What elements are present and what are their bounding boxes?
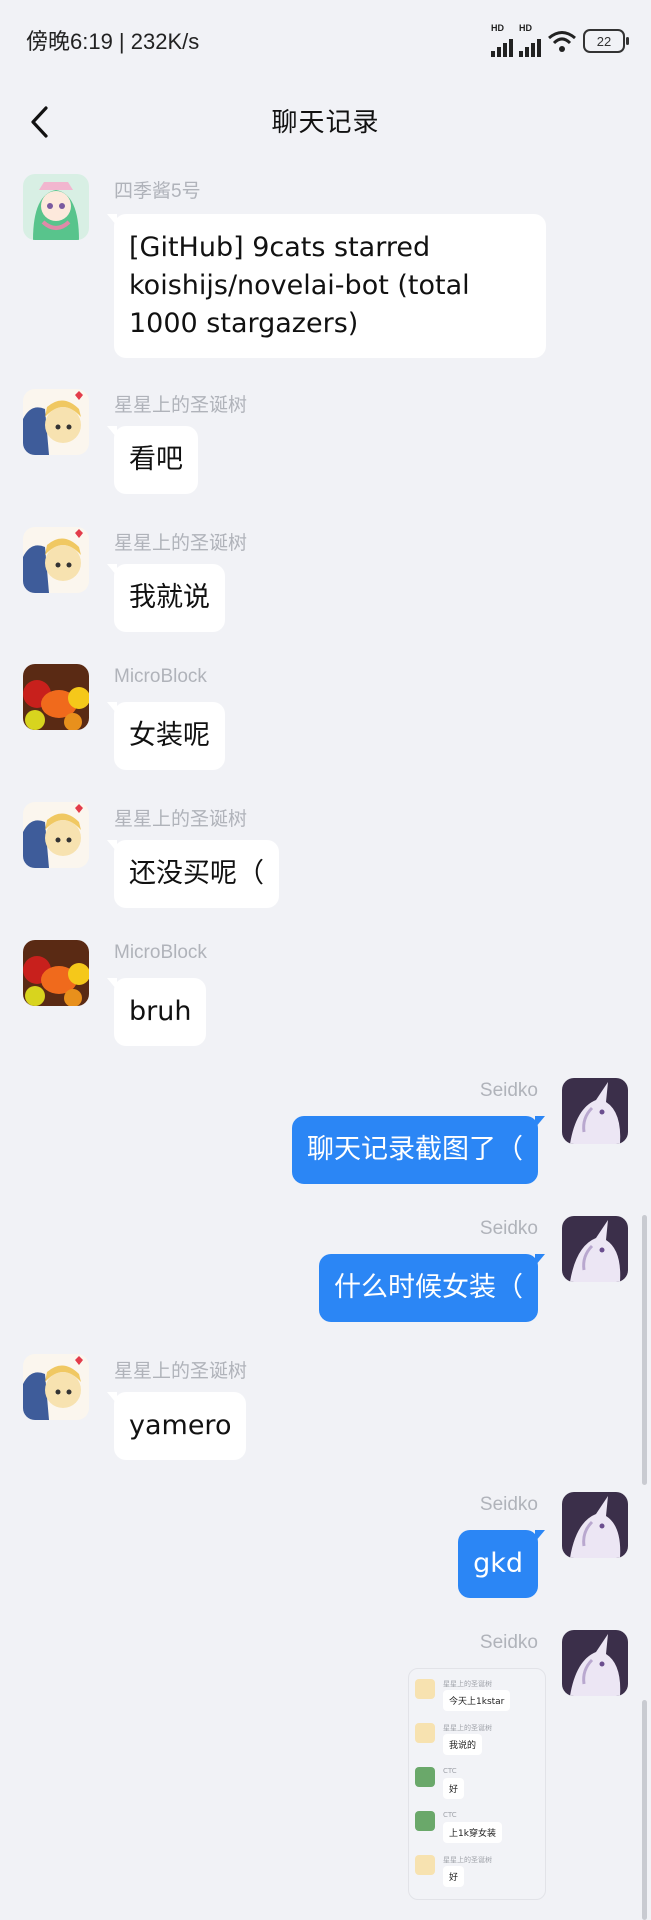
sender-name: MicroBlock	[114, 666, 207, 687]
sender-name: MicroBlock	[114, 942, 207, 963]
mini-bubble: 今天上1kstar	[443, 1690, 511, 1711]
message-bubble[interactable]: 女装呢	[107, 702, 225, 770]
hd-label-2: HD	[519, 23, 532, 33]
mini-sender: 星星上的圣诞树	[443, 1856, 492, 1864]
message-bubble[interactable]: bruh	[106, 978, 207, 1046]
mini-avatar	[415, 1679, 435, 1699]
white-dragon-avatar-icon	[562, 1630, 628, 1696]
sender-name: 星星上的圣诞树	[114, 533, 248, 554]
wifi-icon	[548, 31, 576, 52]
fruits-avatar-icon	[23, 664, 89, 730]
status-time-speed: 傍晚6:19 | 232K/s	[26, 29, 200, 54]
sender-name: 星星上的圣诞树	[114, 809, 248, 830]
hd-label: HD	[491, 23, 504, 33]
avatar[interactable]	[23, 174, 89, 240]
signal-icon: HD	[491, 23, 513, 57]
fruits-avatar-icon	[23, 940, 89, 1006]
message-bubble[interactable]: 我就说	[107, 564, 225, 632]
mini-bubble: 好	[443, 1778, 465, 1799]
signal-icon-2: HD	[519, 23, 541, 57]
anime-duo-avatar-icon	[23, 527, 89, 593]
nav-bar: 聊天记录	[0, 82, 651, 172]
message-bubble[interactable]: [GitHub] 9cats starred koishijs/novelai-…	[107, 214, 546, 358]
anime-duo-avatar-icon	[23, 1354, 89, 1420]
anime-duo-avatar-icon	[23, 389, 89, 455]
mini-avatar	[415, 1811, 435, 1831]
sender-name: 星星上的圣诞树	[114, 395, 248, 416]
avatar[interactable]	[23, 389, 89, 455]
sender-name: Seidko	[479, 1494, 538, 1515]
sender-name: Seidko	[479, 1632, 538, 1653]
anime-duo-avatar-icon	[23, 802, 89, 868]
anime-girl-avatar-icon	[23, 174, 89, 240]
mini-sender: 星星上的圣诞树	[443, 1724, 492, 1732]
mini-sender: 星星上的圣诞树	[443, 1680, 492, 1688]
mini-avatar	[415, 1767, 435, 1787]
message-bubble[interactable]: gkd	[458, 1530, 545, 1598]
white-dragon-avatar-icon	[562, 1078, 628, 1144]
white-dragon-avatar-icon	[562, 1216, 628, 1282]
message-bubble[interactable]: 还没买呢（	[107, 840, 279, 908]
avatar[interactable]	[23, 1354, 89, 1420]
status-bar: 傍晚6:19 | 232K/s HD HD 22	[0, 0, 651, 82]
mini-bubble: 上1k穿女装	[443, 1822, 502, 1843]
avatar[interactable]	[562, 1078, 628, 1144]
mini-avatar	[415, 1855, 435, 1875]
sender-name: Seidko	[479, 1080, 538, 1101]
sender-name: Seidko	[479, 1218, 538, 1239]
sender-name: 四季酱5号	[114, 181, 201, 202]
avatar[interactable]	[23, 664, 89, 730]
white-dragon-avatar-icon	[562, 1492, 628, 1558]
mini-bubble: 好	[443, 1866, 465, 1887]
message-bubble[interactable]: 什么时候女装（	[319, 1254, 545, 1322]
page-title: 聊天记录	[271, 108, 380, 138]
mini-sender: CTC	[443, 1767, 457, 1775]
battery-icon: 22	[583, 29, 629, 53]
status-icons: HD HD 22	[491, 23, 629, 58]
mini-bubble: 我说的	[443, 1734, 483, 1755]
avatar[interactable]	[23, 802, 89, 868]
message-bubble[interactable]: yamero	[106, 1392, 247, 1460]
avatar[interactable]	[562, 1630, 628, 1696]
avatar[interactable]	[562, 1492, 628, 1558]
avatar[interactable]	[23, 940, 89, 1006]
scrollbar-secondary[interactable]	[642, 1700, 647, 1920]
image-message[interactable]: 星星上的圣诞树 今天上1kstar 星星上的圣诞树 我说的 CTC 好 CTC …	[408, 1668, 546, 1900]
sender-name: 星星上的圣诞树	[114, 1361, 248, 1382]
mini-sender: CTC	[443, 1811, 457, 1819]
avatar[interactable]	[23, 527, 89, 593]
avatar[interactable]	[562, 1216, 628, 1282]
mini-avatar	[415, 1723, 435, 1743]
message-bubble[interactable]: 聊天记录截图了（	[292, 1116, 545, 1184]
scrollbar[interactable]	[642, 1215, 647, 1485]
message-bubble[interactable]: 看吧	[107, 426, 198, 494]
